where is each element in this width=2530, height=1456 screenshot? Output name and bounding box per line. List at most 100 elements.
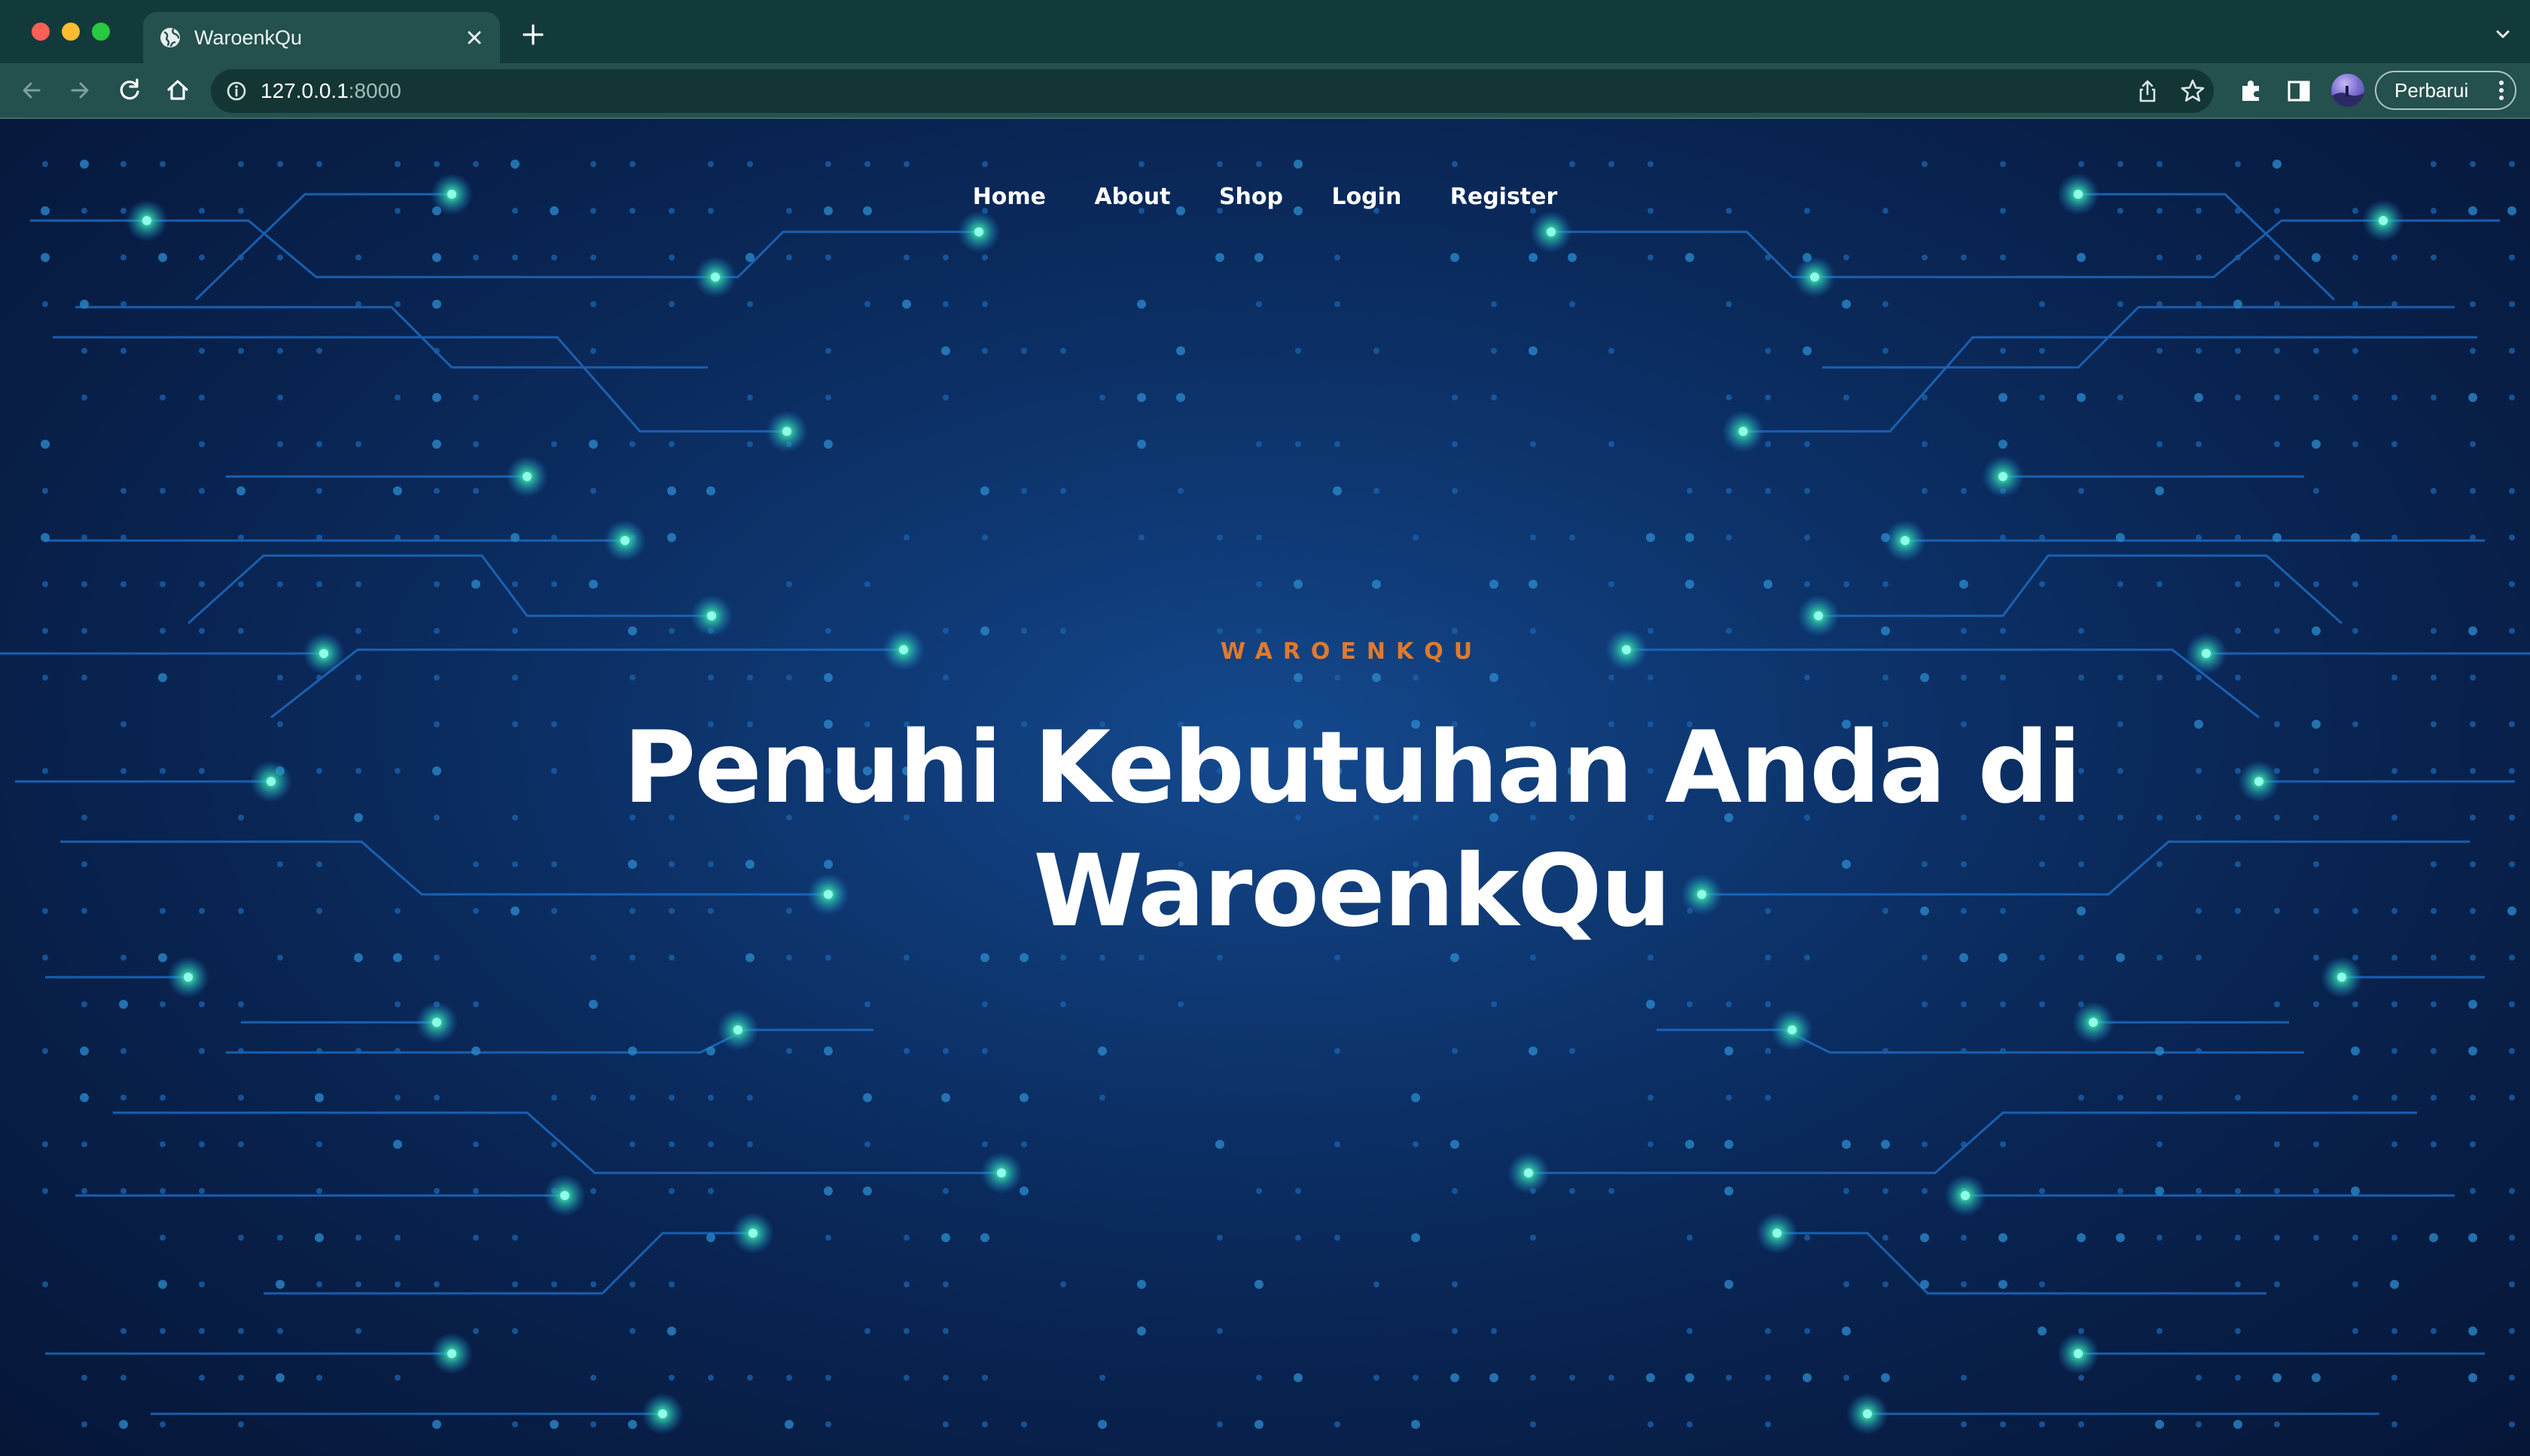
star-icon[interactable] [2179,78,2206,105]
forward-icon[interactable] [65,75,95,105]
circuit-dot [512,1281,518,1287]
nav-home[interactable]: Home [973,184,1046,210]
circuit-dot [863,1093,872,1102]
circuit-node [184,973,193,982]
circuit-node [560,1191,569,1200]
circuit-dot [42,488,48,494]
circuit-dot [1373,1375,1379,1381]
share-icon[interactable] [2134,78,2161,105]
circuit-dot [1726,628,1732,634]
circuit-dot [825,254,831,260]
circuit-dot [2468,626,2477,635]
circuit-dot [786,1048,792,1054]
circuit-dot [1724,1280,1733,1289]
nav-register[interactable]: Register [1450,184,1558,210]
nav-about[interactable]: About [1094,184,1170,210]
circuit-dot [982,1048,988,1054]
circuit-dot [1569,1048,1575,1054]
circuit-dot [1804,1328,1810,1334]
circuit-dot [42,1281,48,1287]
circuit-dot [629,1141,636,1147]
circuit-dot [824,1046,833,1055]
puzzle-icon[interactable] [2236,77,2265,105]
circuit-dot [160,1141,166,1147]
close-icon[interactable] [461,24,488,51]
circuit-dot [432,440,441,449]
circuit-dot [2313,1235,2319,1241]
maximize-window-button[interactable] [92,23,110,41]
circuit-dot [434,161,440,167]
circuit-dot [316,1188,322,1194]
circuit-dot [747,161,753,167]
circuit-dot [864,161,870,167]
reload-icon[interactable] [114,75,145,105]
circuit-dot [2196,301,2202,307]
back-icon[interactable] [17,75,47,105]
circuit-dot [2509,955,2515,961]
browser-tab[interactable]: WaroenkQu [143,12,500,63]
circuit-dot [238,1375,244,1381]
circuit-node [1961,1191,1970,1200]
circuit-dot [943,1048,949,1054]
circuit-dot [395,1048,401,1054]
circuit-dot [434,488,440,494]
url-host: 127.0.0.1 [261,79,349,102]
update-button[interactable]: Perbarui [2375,71,2516,110]
circuit-dot [1804,441,1810,447]
circuit-dot [42,628,48,634]
info-icon[interactable] [224,79,248,103]
circuit-dot [1922,1188,1928,1194]
close-window-button[interactable] [32,23,50,41]
circuit-dot [1608,441,1614,447]
circuit-dot [1491,348,1497,354]
circuit-dot [1491,1001,1497,1007]
circuit-dot [628,626,637,635]
nav-shop[interactable]: Shop [1219,184,1283,210]
circuit-dot [1843,581,1849,587]
circuit-dot [1726,1375,1732,1381]
circuit-dot [1060,628,1066,634]
circuit-dot [669,254,675,260]
url-text[interactable]: 127.0.0.1:8000 [261,79,401,103]
circuit-dot [120,1188,126,1194]
chevron-down-icon[interactable] [2491,23,2515,47]
circuit-dot [2391,441,2397,447]
circuit-dot [2470,441,2476,447]
circuit-dot [1961,1001,1967,1007]
home-icon[interactable] [163,75,193,105]
circuit-dot [1922,161,1928,167]
circuit-dot [1685,1140,1694,1149]
circuit-dot [2235,1095,2241,1101]
circuit-dot [238,581,244,587]
circuit-dot [1568,253,1577,262]
circuit-dot [81,394,87,401]
circuit-dot [590,161,596,167]
circuit-dot [41,440,50,449]
circuit-dot [238,1328,244,1334]
circuit-dot [1648,161,1654,167]
circuit-dot [473,488,479,494]
circuit-dot [2509,628,2515,634]
plus-icon[interactable] [520,21,547,48]
circuit-dot [2274,348,2280,354]
circuit-dot [2078,1375,2084,1381]
minimize-window-button[interactable] [62,23,80,41]
avatar-image [2331,86,2364,107]
circuit-dot [42,1188,48,1194]
circuit-dot [316,581,322,587]
circuit-dot [2196,1375,2202,1381]
circuit-dot [982,1421,988,1427]
circuit-dot [2078,1421,2084,1427]
nav-login[interactable]: Login [1331,184,1401,210]
circuit-dot [747,441,753,447]
circuit-dot [1491,301,1497,307]
circuit-dot [2352,394,2358,401]
address-bar[interactable]: 127.0.0.1:8000 [211,69,2214,113]
circuit-dot [1217,1328,1223,1334]
circuit-dot [2351,1186,2360,1196]
circuit-dot [1217,628,1223,634]
circuit-dot [1961,1141,1967,1147]
avatar[interactable] [2331,74,2364,107]
circuit-dot [2391,1328,2397,1334]
side-panel-icon[interactable] [2285,77,2313,105]
